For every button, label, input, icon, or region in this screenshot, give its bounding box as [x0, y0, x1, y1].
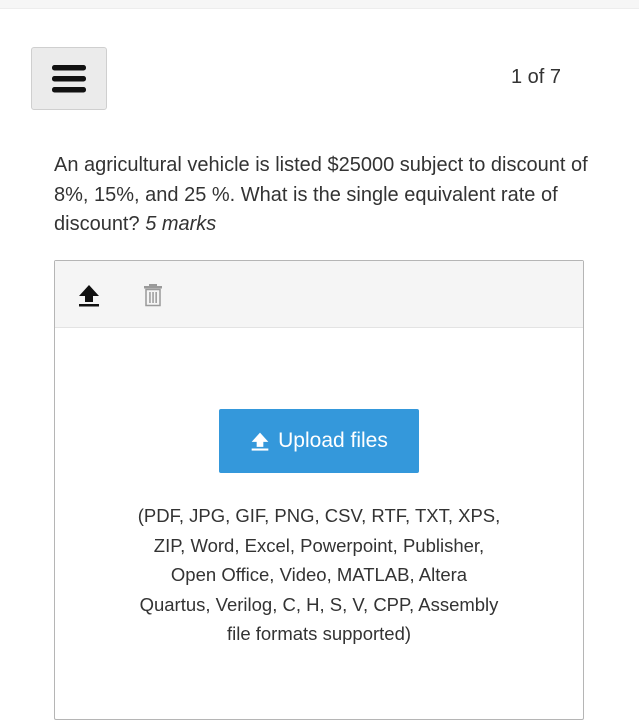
trash-icon	[144, 284, 162, 307]
question-body: An agricultural vehicle is listed $25000…	[54, 154, 588, 235]
menu-button[interactable]	[31, 47, 107, 110]
top-strip	[0, 0, 639, 9]
formats-line: ZIP, Word, Excel, Powerpoint, Publisher,	[153, 534, 485, 556]
upload-files-button[interactable]: Upload files	[219, 409, 419, 473]
question-marks: 5 marks	[145, 213, 217, 235]
formats-line: file formats supported)	[226, 623, 412, 644]
upload-arrow-icon	[79, 285, 99, 307]
formats-line: Open Office, Video, MATLAB, Altera	[170, 564, 468, 585]
hamburger-menu-icon	[52, 65, 86, 93]
upload-panel: Upload files (PDF, JPG, GIF, PNG, CSV, R…	[54, 260, 584, 720]
question-text: An agricultural vehicle is listed $25000…	[54, 151, 594, 240]
toolbar-delete-button[interactable]	[143, 283, 163, 307]
upload-files-label: Upload files	[278, 429, 388, 452]
upload-arrow-icon	[251, 432, 269, 451]
supported-formats-text: (PDF, JPG, GIF, PNG, CSV, RTF, TXT, XPS,…	[89, 501, 549, 649]
formats-line: (PDF, JPG, GIF, PNG, CSV, RTF, TXT, XPS,	[137, 505, 501, 526]
toolbar-upload-button[interactable]	[77, 283, 101, 307]
page-counter: 1 of 7	[510, 66, 561, 88]
upload-toolbar	[55, 261, 583, 328]
formats-line: Quartus, Verilog, C, H, S, V, CPP, Assem…	[139, 593, 499, 615]
